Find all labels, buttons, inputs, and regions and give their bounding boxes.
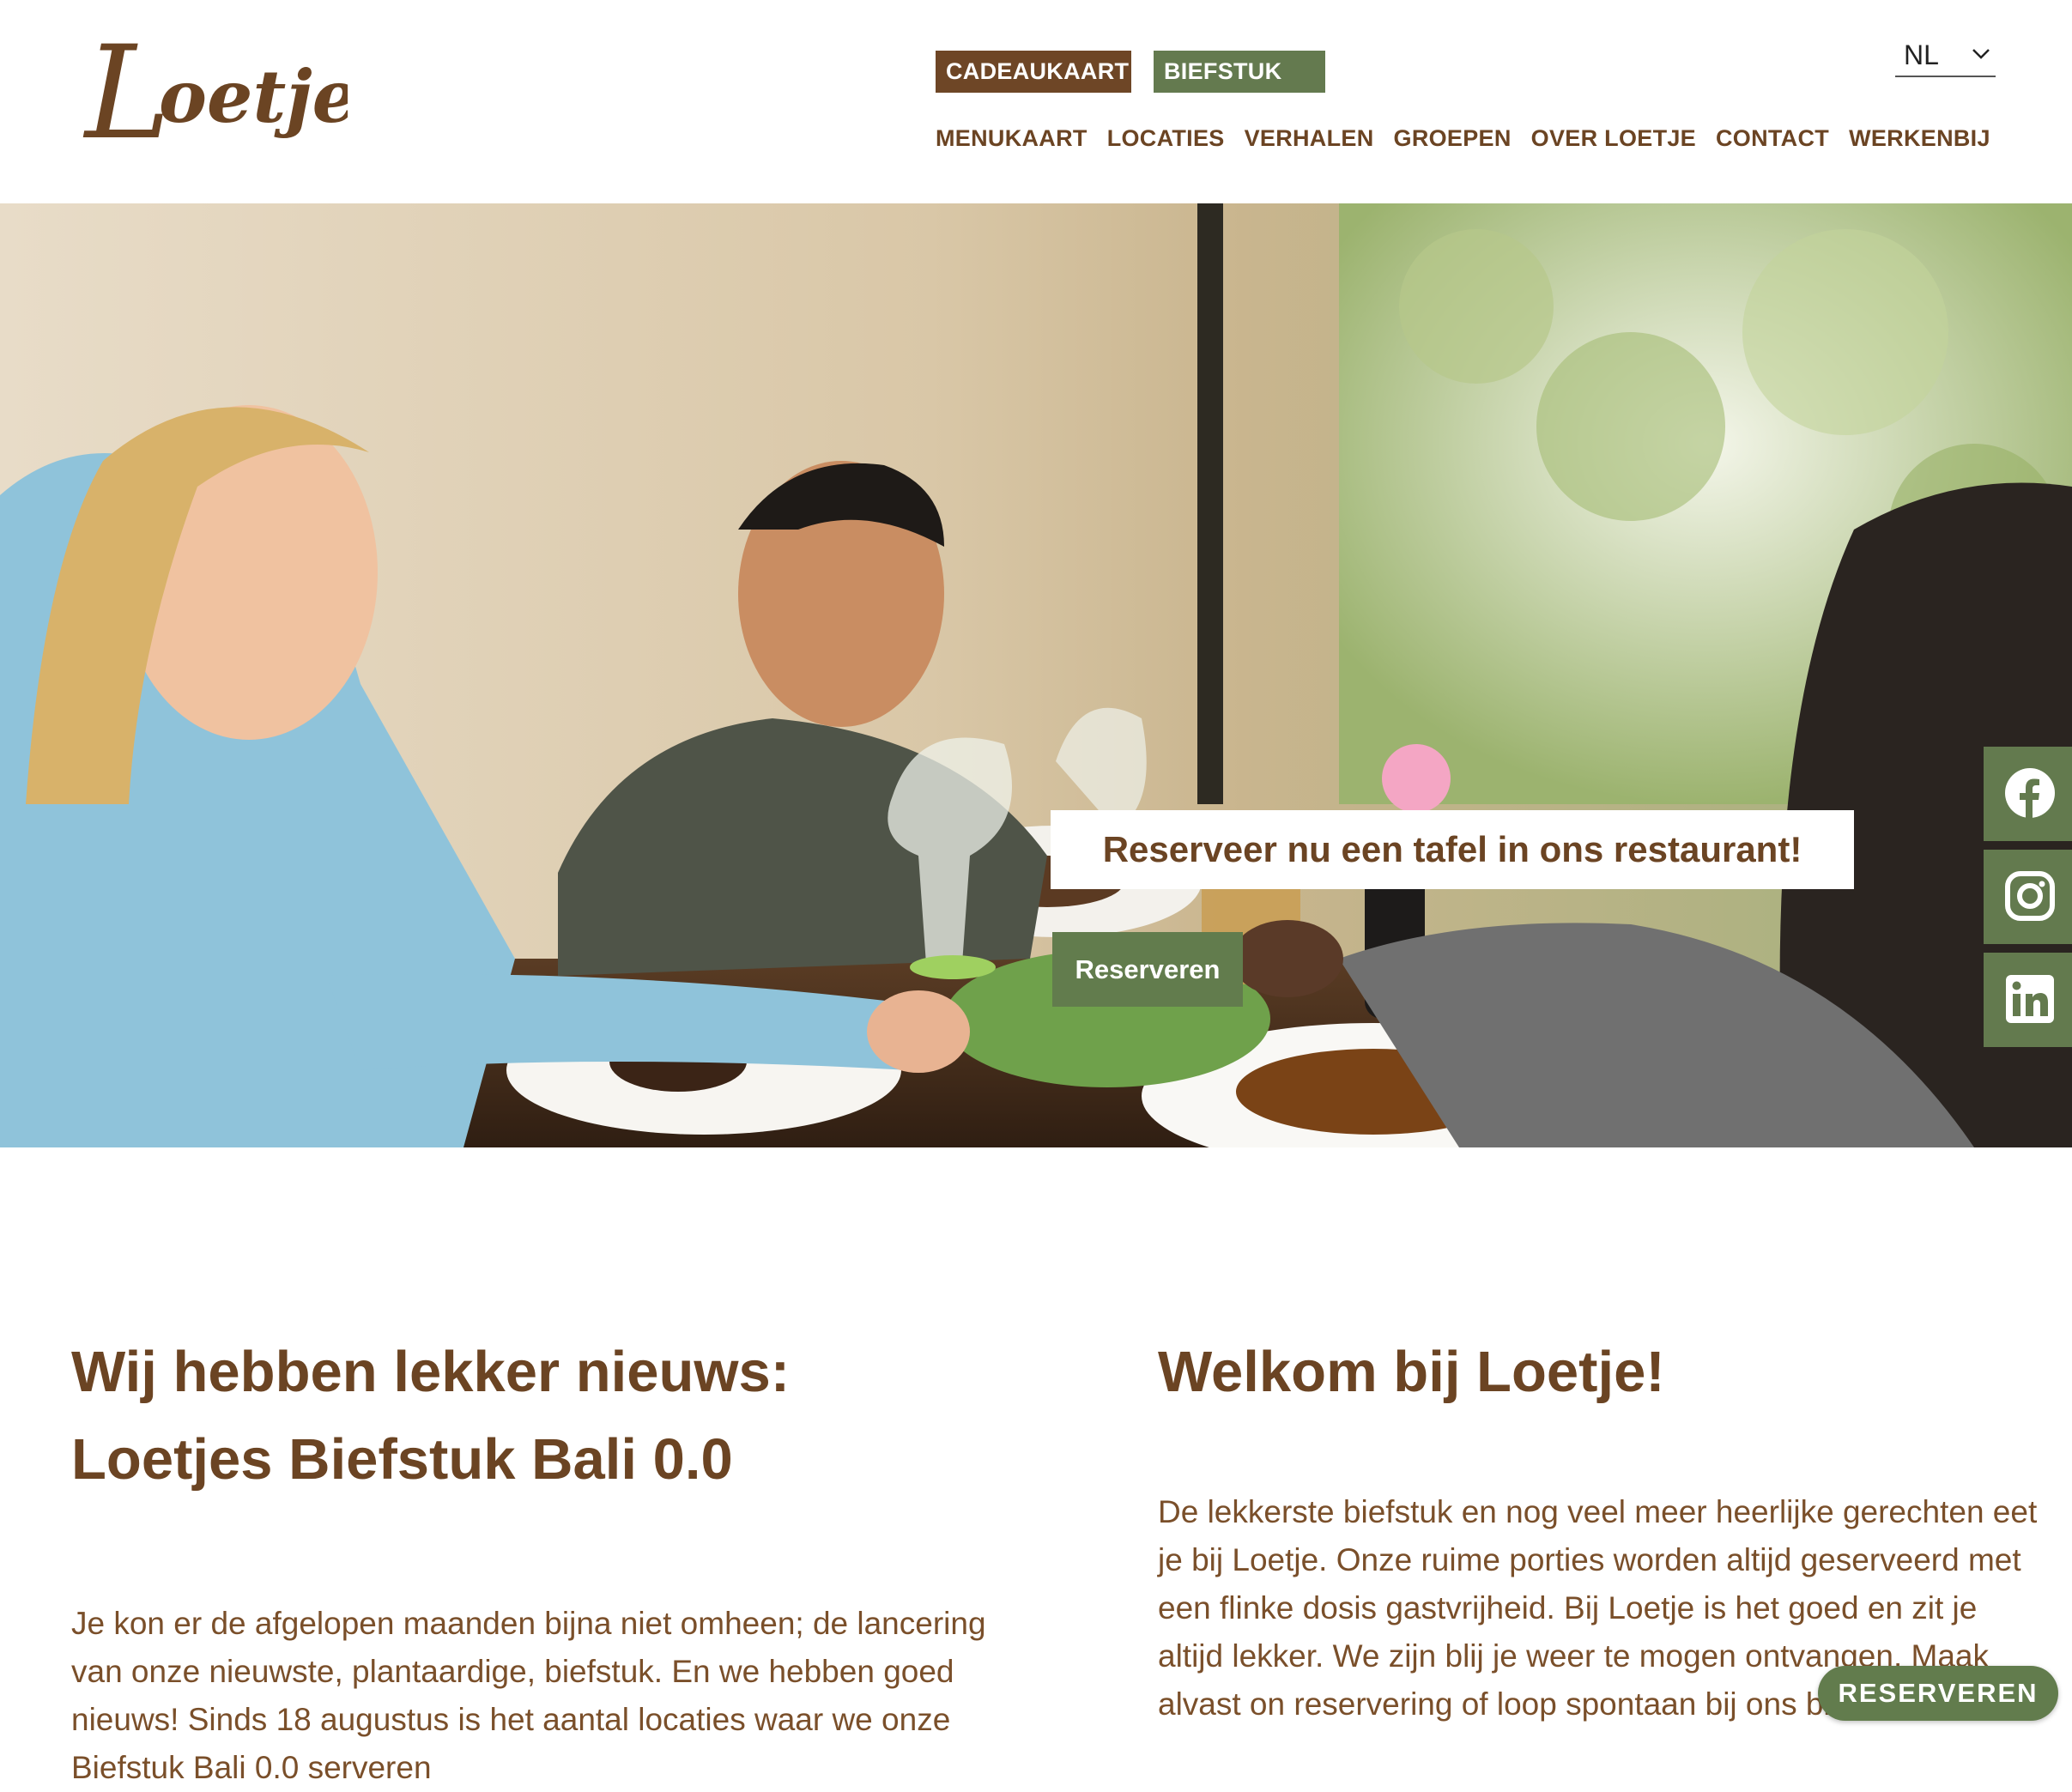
language-value: NL — [1904, 39, 1939, 70]
nav-over-loetje[interactable]: OVER LOETJE — [1531, 125, 1696, 152]
linkedin-icon — [2006, 975, 2054, 1023]
chevron-down-icon — [1972, 49, 1990, 59]
hero-photo — [0, 203, 2072, 1147]
news-column: Wij hebben lekker nieuws: Loetjes Biefst… — [71, 1329, 990, 1792]
language-select[interactable]: NL — [1895, 38, 1996, 77]
svg-text:L: L — [82, 19, 171, 168]
instagram-link[interactable] — [1984, 850, 2072, 944]
news-title: Wij hebben lekker nieuws: Loetjes Biefst… — [71, 1329, 990, 1504]
site-header: L oetje CADEAUKAART BIEFSTUK 0.0 NL MENU… — [0, 0, 2072, 203]
hero-heading: Reserveer nu een tafel in ons restaurant… — [1051, 810, 1854, 889]
facebook-link[interactable] — [1984, 747, 2072, 841]
instagram-icon — [2005, 871, 2055, 921]
news-title-line1: Wij hebben lekker nieuws: — [71, 1340, 791, 1404]
floating-reserveren-button[interactable]: RESERVEREN — [1818, 1666, 2058, 1721]
nav-verhalen[interactable]: VERHALEN — [1245, 125, 1374, 152]
nav-groepen[interactable]: GROEPEN — [1394, 125, 1512, 152]
biefstuk-button[interactable]: BIEFSTUK 0.0 — [1154, 51, 1325, 126]
svg-text:oetje: oetje — [159, 54, 348, 139]
main-nav: MENUKAART LOCATIES VERHALEN GROEPEN OVER… — [936, 125, 1990, 152]
cadeaukaart-button[interactable]: CADEAUKAART — [936, 51, 1131, 93]
news-title-line2: Loetjes Biefstuk Bali 0.0 — [71, 1427, 733, 1492]
nav-menukaart[interactable]: MENUKAART — [936, 125, 1087, 152]
nav-locaties[interactable]: LOCATIES — [1107, 125, 1225, 152]
nav-werkenbij[interactable]: WERKENBIJ — [1849, 125, 1990, 152]
nav-contact[interactable]: CONTACT — [1716, 125, 1829, 152]
linkedin-link[interactable] — [1984, 953, 2072, 1047]
hero-reserveren-button[interactable]: Reserveren — [1052, 932, 1243, 1007]
facebook-icon — [2005, 768, 2055, 819]
hero-section: Reserveer nu een tafel in ons restaurant… — [0, 203, 2072, 1147]
welcome-title: Welkom bij Loetje! — [1158, 1340, 1665, 1404]
news-body: Je kon er de afgelopen maanden bijna nie… — [71, 1606, 986, 1785]
loetje-logo[interactable]: L oetje — [82, 19, 358, 169]
